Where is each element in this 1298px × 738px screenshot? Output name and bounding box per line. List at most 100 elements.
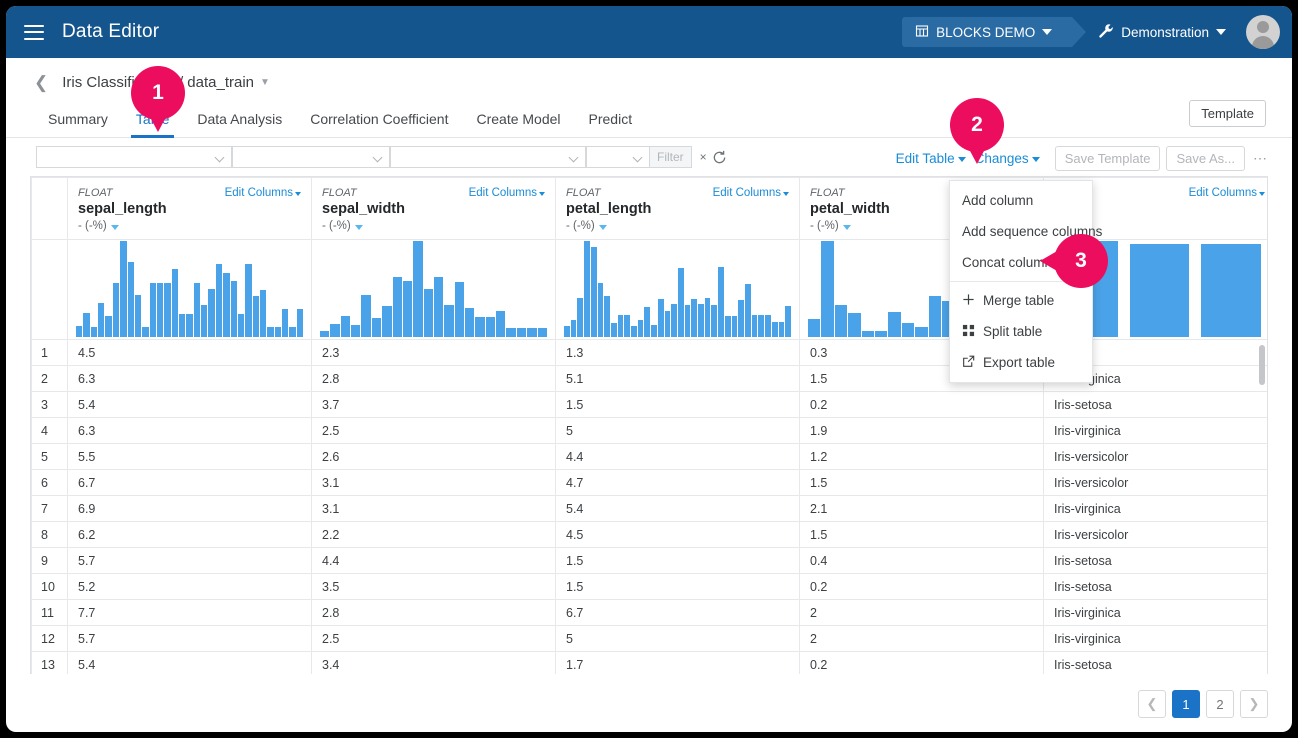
cell-sepal-width[interactable]: 2.3	[311, 339, 556, 366]
cell-petal-width[interactable]: 1.2	[799, 443, 1044, 470]
filter-operator-select[interactable]	[232, 146, 390, 168]
more-options-icon[interactable]: ⋯	[1253, 150, 1268, 167]
cell-sepal-width[interactable]: 3.5	[311, 573, 556, 600]
cell-sepal-length[interactable]: 5.4	[67, 651, 312, 674]
tab-correlation-coefficient[interactable]: Correlation Coefficient	[296, 111, 462, 137]
cell-class[interactable]: Iris-setosa	[1043, 547, 1267, 574]
cell-sepal-length[interactable]: 5.5	[67, 443, 312, 470]
table-row[interactable]: 9 5.7 4.4 1.5 0.4 Iris-setosa	[31, 547, 1267, 574]
cell-class[interactable]: Iris-versicolor	[1043, 443, 1267, 470]
cell-petal-width[interactable]: 1.5	[799, 521, 1044, 548]
cell-class[interactable]: Iris-versicolor	[1043, 521, 1267, 548]
cell-petal-width[interactable]: 0.2	[799, 391, 1044, 418]
table-row[interactable]: 11 7.7 2.8 6.7 2 Iris-virginica	[31, 599, 1267, 626]
tab-summary[interactable]: Summary	[34, 111, 122, 137]
column-stat[interactable]: - (-%)	[78, 220, 301, 232]
pagination-page-2[interactable]: 2	[1206, 690, 1234, 718]
cell-sepal-width[interactable]: 3.1	[311, 495, 556, 522]
cell-sepal-length[interactable]: 5.4	[67, 391, 312, 418]
cell-petal-width[interactable]: 1.5	[799, 469, 1044, 496]
menu-item-add-sequence-columns[interactable]: Add sequence columns	[950, 216, 1102, 247]
edit-columns-button[interactable]: Edit Columns	[713, 187, 789, 199]
table-row[interactable]: 8 6.2 2.2 4.5 1.5 Iris-versicolor	[31, 521, 1267, 548]
breadcrumb-chevron-down-icon[interactable]: ▼	[260, 77, 270, 88]
edit-columns-button[interactable]: Edit Columns	[225, 187, 301, 199]
cell-petal-length[interactable]: 5	[555, 417, 800, 444]
cell-sepal-width[interactable]: 2.6	[311, 443, 556, 470]
clear-filter-icon[interactable]: ×	[700, 150, 707, 164]
cell-petal-width[interactable]: 1.9	[799, 417, 1044, 444]
cell-sepal-length[interactable]: 6.3	[67, 365, 312, 392]
back-chevron-icon[interactable]: ❮	[34, 74, 48, 91]
menu-item-export-table[interactable]: Export table	[950, 347, 1092, 378]
cell-petal-length[interactable]: 5.4	[555, 495, 800, 522]
cell-class[interactable]: Iris-setosa	[1043, 391, 1267, 418]
cell-sepal-width[interactable]: 3.7	[311, 391, 556, 418]
pagination-page-1[interactable]: 1	[1172, 690, 1200, 718]
tab-table[interactable]: Table	[122, 111, 183, 138]
changes-button[interactable]: Changes	[975, 151, 1040, 166]
cell-petal-width[interactable]: 0.4	[799, 547, 1044, 574]
cell-class[interactable]: Iris-setosa	[1043, 573, 1267, 600]
cell-sepal-width[interactable]: 3.1	[311, 469, 556, 496]
edit-columns-button[interactable]: Edit Columns	[469, 187, 545, 199]
cell-sepal-width[interactable]: 2.5	[311, 417, 556, 444]
cell-class[interactable]: Iris-virginica	[1043, 625, 1267, 652]
cell-sepal-width[interactable]: 3.4	[311, 651, 556, 674]
cell-sepal-width[interactable]: 4.4	[311, 547, 556, 574]
save-as-button[interactable]: Save As...	[1166, 146, 1245, 171]
cell-sepal-width[interactable]: 2.2	[311, 521, 556, 548]
cell-sepal-length[interactable]: 6.2	[67, 521, 312, 548]
table-row[interactable]: 5 5.5 2.6 4.4 1.2 Iris-versicolor	[31, 443, 1267, 470]
template-button[interactable]: Template	[1189, 100, 1266, 127]
cell-sepal-length[interactable]: 7.7	[67, 599, 312, 626]
cell-class[interactable]: Iris-virginica	[1043, 417, 1267, 444]
cell-class[interactable]: Iris-virginica	[1043, 495, 1267, 522]
column-stat[interactable]: - (-%)	[566, 220, 789, 232]
cell-sepal-length[interactable]: 6.3	[67, 417, 312, 444]
table-row[interactable]: 3 5.4 3.7 1.5 0.2 Iris-setosa	[31, 391, 1267, 418]
cell-petal-width[interactable]: 2	[799, 599, 1044, 626]
table-row[interactable]: 10 5.2 3.5 1.5 0.2 Iris-setosa	[31, 573, 1267, 600]
cell-class[interactable]: Iris-virginica	[1043, 599, 1267, 626]
filter-column-select[interactable]	[36, 146, 232, 168]
environment-selector[interactable]: Demonstration	[1072, 17, 1236, 47]
edit-columns-button[interactable]: Edit Columns	[1189, 187, 1265, 199]
cell-sepal-length[interactable]: 5.7	[67, 625, 312, 652]
cell-petal-length[interactable]: 1.7	[555, 651, 800, 674]
cell-sepal-width[interactable]: 2.8	[311, 599, 556, 626]
cell-petal-length[interactable]: 1.3	[555, 339, 800, 366]
menu-item-split-table[interactable]: Split table	[950, 316, 1092, 347]
cell-sepal-length[interactable]: 6.7	[67, 469, 312, 496]
cell-petal-width[interactable]: 2.1	[799, 495, 1044, 522]
filter-button[interactable]: Filter	[650, 146, 692, 168]
cell-petal-length[interactable]: 6.7	[555, 599, 800, 626]
menu-item-add-column[interactable]: Add column	[950, 185, 1092, 216]
pagination-prev-button[interactable]: ❮	[1138, 690, 1166, 718]
user-avatar[interactable]	[1246, 15, 1280, 49]
cell-petal-length[interactable]: 4.4	[555, 443, 800, 470]
cell-sepal-length[interactable]: 4.5	[67, 339, 312, 366]
cell-petal-length[interactable]: 5.1	[555, 365, 800, 392]
cell-sepal-length[interactable]: 5.7	[67, 547, 312, 574]
tab-create-model[interactable]: Create Model	[462, 111, 574, 137]
cell-sepal-width[interactable]: 2.8	[311, 365, 556, 392]
filter-logic-select[interactable]	[586, 146, 650, 168]
table-row[interactable]: 6 6.7 3.1 4.7 1.5 Iris-versicolor	[31, 469, 1267, 496]
edit-table-button[interactable]: Edit Table	[896, 151, 966, 166]
hamburger-menu-icon[interactable]	[24, 24, 44, 40]
filter-value-input[interactable]	[390, 146, 586, 168]
menu-item-merge-table[interactable]: Merge table	[950, 285, 1092, 316]
cell-petal-width[interactable]: 2	[799, 625, 1044, 652]
vertical-scrollbar-thumb[interactable]	[1259, 345, 1265, 385]
table-row[interactable]: 13 5.4 3.4 1.7 0.2 Iris-setosa	[31, 651, 1267, 674]
cell-petal-length[interactable]: 4.5	[555, 521, 800, 548]
cell-petal-length[interactable]: 5	[555, 625, 800, 652]
cell-sepal-length[interactable]: 6.9	[67, 495, 312, 522]
tab-predict[interactable]: Predict	[575, 111, 647, 137]
column-stat[interactable]: - (-%)	[322, 220, 545, 232]
refresh-icon[interactable]	[712, 150, 727, 165]
cell-sepal-length[interactable]: 5.2	[67, 573, 312, 600]
table-row[interactable]: 4 6.3 2.5 5 1.9 Iris-virginica	[31, 417, 1267, 444]
cell-petal-length[interactable]: 1.5	[555, 547, 800, 574]
